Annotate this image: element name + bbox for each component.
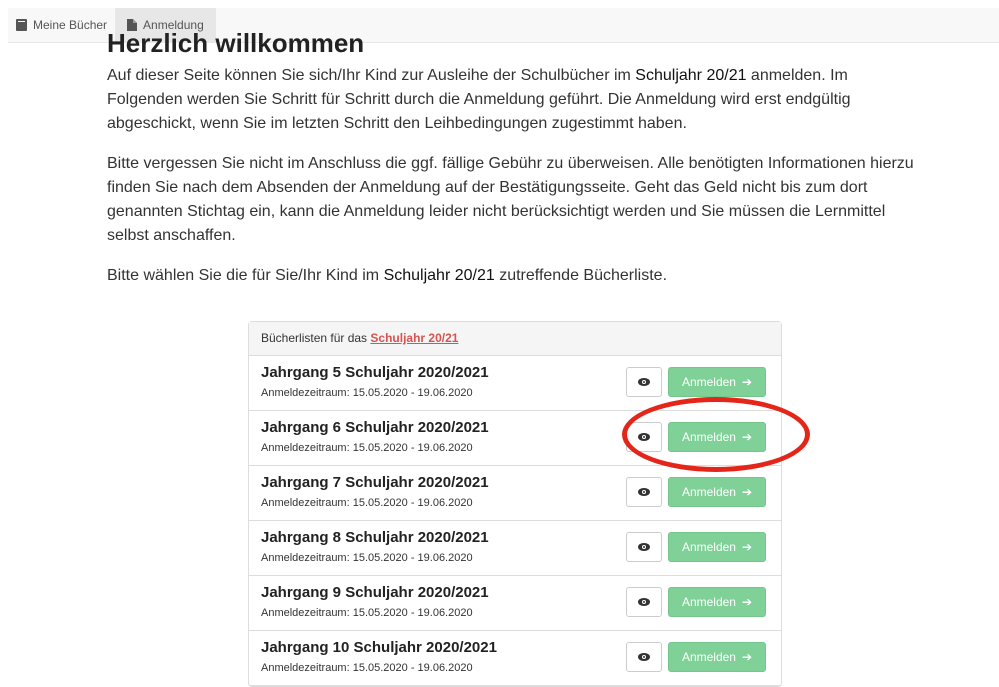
row-title: Jahrgang 10 Schuljahr 2020/2021 [261, 639, 497, 656]
row-title: Jahrgang 9 Schuljahr 2020/2021 [261, 584, 489, 601]
arrow-right-icon: ➔ [741, 650, 753, 664]
school-year-highlight: Schuljahr 20/21 [383, 267, 495, 284]
nav-item-label: Meine Bücher [33, 18, 108, 32]
eye-icon [638, 378, 650, 386]
register-button-label: Anmelden [681, 375, 736, 389]
arrow-right-icon: ➔ [741, 375, 753, 389]
nav-item-meine-buecher[interactable]: Meine Bücher [8, 8, 115, 42]
eye-icon [638, 488, 650, 496]
register-button-label: Anmelden [681, 650, 736, 664]
book-list-row: Jahrgang 7 Schuljahr 2020/2021 Anmeldeze… [249, 466, 781, 521]
row-title: Jahrgang 8 Schuljahr 2020/2021 [261, 529, 489, 546]
arrow-right-icon: ➔ [741, 430, 753, 444]
text-segment: Auf dieser Seite können Sie sich/Ihr Kin… [107, 67, 636, 84]
arrow-right-icon: ➔ [741, 540, 753, 554]
register-button-label: Anmelden [681, 430, 736, 444]
intro-text: Auf dieser Seite können Sie sich/Ihr Kin… [107, 64, 927, 298]
row-title: Jahrgang 6 Schuljahr 2020/2021 [261, 419, 489, 436]
register-button[interactable]: Anmelden ➔ [668, 422, 766, 452]
intro-paragraph-1: Auf dieser Seite können Sie sich/Ihr Kin… [107, 64, 927, 136]
intro-paragraph-3: Bitte wählen Sie die für Sie/Ihr Kind im… [107, 264, 927, 288]
row-period: Anmeldezeitraum: 15.05.2020 - 19.06.2020 [261, 552, 473, 564]
row-period: Anmeldezeitraum: 15.05.2020 - 19.06.2020 [261, 387, 473, 399]
register-button-label: Anmelden [681, 485, 736, 499]
text-segment: Bitte wählen Sie die für Sie/Ihr Kind im [107, 267, 384, 284]
row-period: Anmeldezeitraum: 15.05.2020 - 19.06.2020 [261, 497, 473, 509]
panel-heading: Bücherlisten für das Schuljahr 20/21 [249, 322, 781, 356]
eye-icon [638, 433, 650, 441]
register-button[interactable]: Anmelden ➔ [668, 367, 766, 397]
row-period: Anmeldezeitraum: 15.05.2020 - 19.06.2020 [261, 607, 473, 619]
book-list-row: Jahrgang 5 Schuljahr 2020/2021 Anmeldeze… [249, 356, 781, 411]
register-button-label: Anmelden [681, 595, 736, 609]
register-button[interactable]: Anmelden ➔ [668, 587, 766, 617]
book-icon [16, 19, 27, 31]
intro-paragraph-2: Bitte vergessen Sie nicht im Anschluss d… [107, 155, 914, 244]
school-year-highlight: Schuljahr 20/21 [635, 67, 747, 84]
register-button-label: Anmelden [681, 540, 736, 554]
view-button[interactable] [626, 477, 662, 507]
view-button[interactable] [626, 642, 662, 672]
eye-icon [638, 598, 650, 606]
row-title: Jahrgang 5 Schuljahr 2020/2021 [261, 364, 489, 381]
row-period: Anmeldezeitraum: 15.05.2020 - 19.06.2020 [261, 442, 473, 454]
page-title: Herzlich willkommen [107, 28, 365, 58]
row-period: Anmeldezeitraum: 15.05.2020 - 19.06.2020 [261, 662, 473, 674]
school-year-link[interactable]: Schuljahr 20/21 [370, 331, 458, 345]
text-segment: zutreffende Bücherliste. [494, 267, 668, 284]
book-list-row: Jahrgang 10 Schuljahr 2020/2021 Anmeldez… [249, 631, 781, 686]
register-button[interactable]: Anmelden ➔ [668, 532, 766, 562]
register-button[interactable]: Anmelden ➔ [668, 642, 766, 672]
view-button[interactable] [626, 367, 662, 397]
eye-icon [638, 653, 650, 661]
eye-icon [638, 543, 650, 551]
view-button[interactable] [626, 532, 662, 562]
arrow-right-icon: ➔ [741, 595, 753, 609]
view-button[interactable] [626, 587, 662, 617]
book-list-row: Jahrgang 6 Schuljahr 2020/2021 Anmeldeze… [249, 411, 781, 466]
arrow-right-icon: ➔ [741, 485, 753, 499]
book-lists-panel: Bücherlisten für das Schuljahr 20/21 Jah… [248, 321, 782, 687]
book-list-row: Jahrgang 8 Schuljahr 2020/2021 Anmeldeze… [249, 521, 781, 576]
view-button[interactable] [626, 422, 662, 452]
register-button[interactable]: Anmelden ➔ [668, 477, 766, 507]
panel-heading-text: Bücherlisten für das [261, 331, 371, 345]
row-title: Jahrgang 7 Schuljahr 2020/2021 [261, 474, 489, 491]
book-list-row: Jahrgang 9 Schuljahr 2020/2021 Anmeldeze… [249, 576, 781, 631]
